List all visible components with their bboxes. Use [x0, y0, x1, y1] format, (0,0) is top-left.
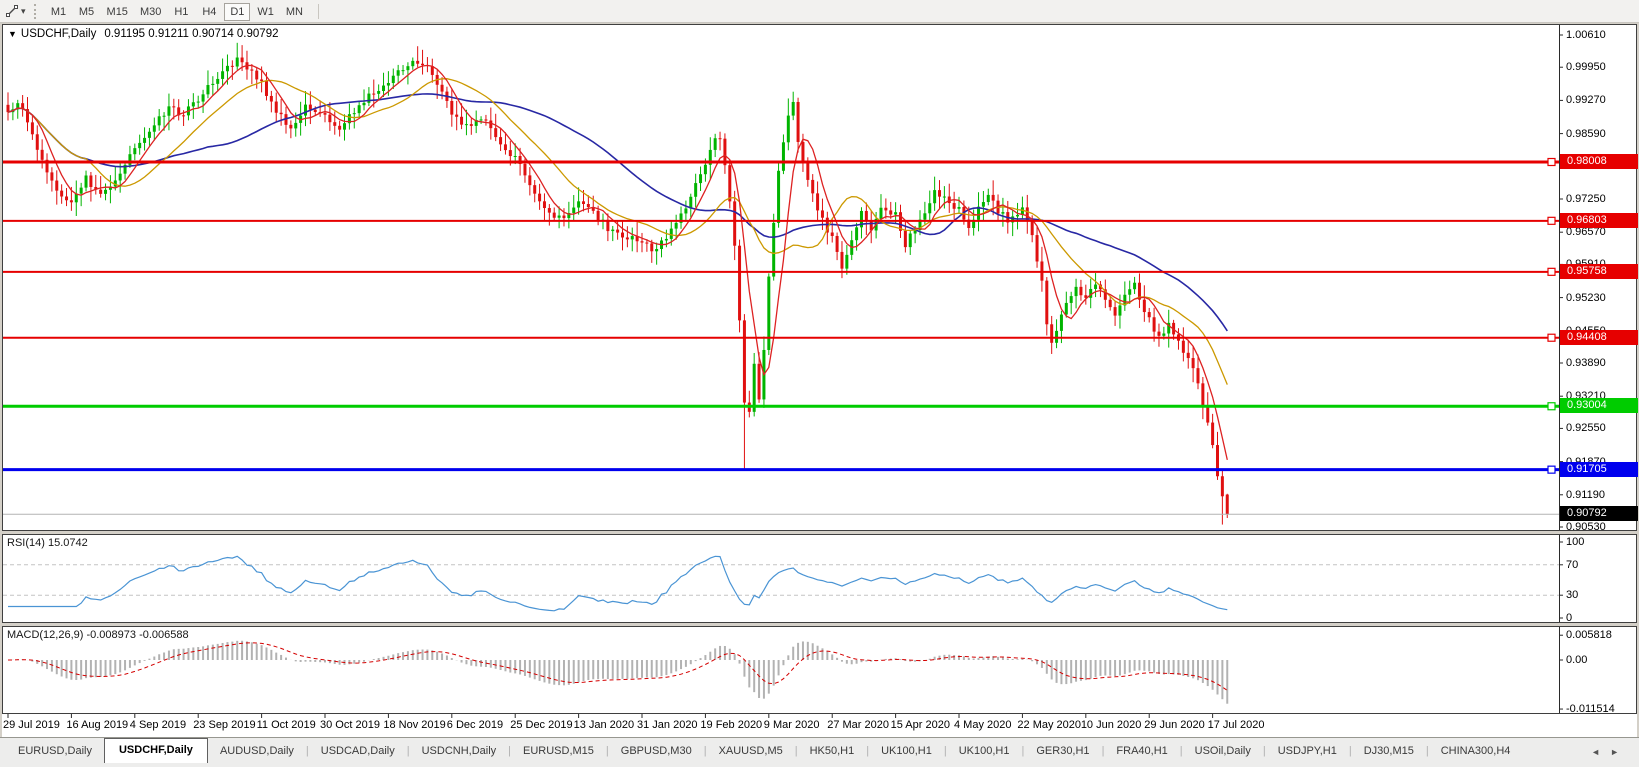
chart-tab-bar: EURUSD,DailyUSDCHF,DailyAUDUSD,Daily|USD…	[0, 737, 1639, 763]
trendline-tool-icon[interactable]	[5, 4, 19, 18]
price-line-badge: 0.93004	[1560, 398, 1638, 413]
chart-tab-china300-h4[interactable]: CHINA300,H4	[1429, 740, 1523, 763]
date-axis-label: 25 Dec 2019	[510, 719, 572, 731]
date-axis-label: 17 Jul 2020	[1208, 719, 1265, 731]
date-axis-label: 19 Feb 2020	[700, 719, 762, 731]
chart-tab-uk100-h1[interactable]: UK100,H1	[869, 740, 944, 763]
rsi-axis-tick: 100	[1566, 535, 1584, 549]
chart-tabs: EURUSD,DailyUSDCHF,DailyAUDUSD,Daily|USD…	[6, 738, 1522, 763]
chart-tab-hk50-h1[interactable]: HK50,H1	[798, 740, 867, 763]
tab-scroll-right-icon[interactable]: ►	[1610, 747, 1629, 757]
timeframe-button-mn[interactable]: MN	[281, 3, 308, 21]
date-axis-label: 16 Aug 2019	[66, 719, 128, 731]
date-axis-label: 13 Jan 2020	[574, 719, 635, 731]
macd-axis-tick: 0.00	[1566, 653, 1587, 667]
macd-axis-tick: 0.005818	[1566, 628, 1612, 642]
current-price-badge: 0.90792	[1560, 506, 1638, 521]
macd-axis-tick: -0.011514	[1566, 702, 1615, 716]
timeframe-button-d1[interactable]: D1	[224, 3, 250, 21]
rsi-axis-tick: 70	[1566, 558, 1578, 572]
timeframe-button-w1[interactable]: W1	[252, 3, 279, 21]
timeframe-button-h4[interactable]: H4	[196, 3, 222, 21]
timeframe-button-m5[interactable]: M5	[74, 3, 100, 21]
price-axis-tick: 0.92550	[1566, 421, 1606, 435]
price-axis-tick: 0.97250	[1566, 192, 1606, 206]
date-axis-label: 29 Jun 2020	[1144, 719, 1205, 731]
toolbar-grip[interactable]	[34, 4, 38, 19]
chart-tab-usdchf-daily[interactable]: USDCHF,Daily	[104, 738, 208, 763]
date-axis-label: 31 Jan 2020	[637, 719, 698, 731]
price-line-badge: 0.91705	[1560, 462, 1638, 477]
tab-scroll-arrows: ◄►	[1591, 747, 1629, 757]
chart-ohlc-values: 0.91195 0.91211 0.90714 0.90792	[104, 28, 278, 40]
collapse-caret-icon[interactable]: ▼	[8, 29, 17, 39]
rsi-panel[interactable]	[2, 534, 1637, 623]
timeframe-button-h1[interactable]: H1	[168, 3, 194, 21]
price-line-badge: 0.95758	[1560, 264, 1638, 279]
rsi-indicator-label: RSI(14) 15.0742	[7, 537, 88, 549]
main-chart-panel[interactable]	[2, 24, 1637, 531]
price-line-badge: 0.98008	[1560, 154, 1638, 169]
chart-title: ▼ USDCHF,Daily 0.91195 0.91211 0.90714 0.9…	[8, 28, 279, 40]
date-axis-label: 27 Mar 2020	[827, 719, 889, 731]
date-axis-label: 30 Oct 2019	[320, 719, 380, 731]
chart-tab-eurusd-daily[interactable]: EURUSD,Daily	[6, 740, 104, 763]
date-axis-label: 11 Oct 2019	[257, 719, 316, 731]
chart-tab-usdcnh-daily[interactable]: USDCNH,Daily	[410, 740, 509, 763]
rsi-axis-tick: 0	[1566, 611, 1572, 625]
tab-scroll-left-icon[interactable]: ◄	[1591, 747, 1610, 757]
price-line-badge: 0.96803	[1560, 213, 1638, 228]
timeframe-button-m1[interactable]: M1	[46, 3, 72, 21]
date-axis-label: 29 Jul 2019	[3, 719, 60, 731]
chart-tab-usdjpy-h1[interactable]: USDJPY,H1	[1266, 740, 1349, 763]
price-axis-tick: 0.91190	[1566, 488, 1605, 502]
timeframe-buttons: M1M5M15M30H1H4D1W1MN	[45, 2, 309, 21]
chart-symbol-period: USDCHF,Daily	[21, 28, 96, 40]
status-strip	[0, 763, 1639, 767]
date-axis-label: 4 May 2020	[954, 719, 1011, 731]
macd-panel[interactable]	[2, 626, 1637, 714]
macd-indicator-label: MACD(12,26,9) -0.008973 -0.006588	[7, 629, 189, 641]
date-axis-label: 4 Sep 2019	[130, 719, 186, 731]
price-axis-tick: 0.95230	[1566, 291, 1606, 305]
chart-tab-eurusd-m15[interactable]: EURUSD,M15	[511, 740, 606, 763]
price-axis-tick: 0.90530	[1566, 520, 1606, 534]
price-axis-tick: 1.00610	[1566, 28, 1606, 42]
date-axis-label: 9 Mar 2020	[764, 719, 820, 731]
chart-tab-audusd-daily[interactable]: AUDUSD,Daily	[208, 740, 306, 763]
chart-tab-usdcad-daily[interactable]: USDCAD,Daily	[309, 740, 407, 763]
chart-tab-dj30-m15[interactable]: DJ30,M15	[1352, 740, 1426, 763]
chart-tab-fra40-h1[interactable]: FRA40,H1	[1104, 740, 1179, 763]
date-axis-label: 22 May 2020	[1017, 719, 1081, 731]
chart-tab-ger30-h1[interactable]: GER30,H1	[1024, 740, 1101, 763]
chart-tab-usoil-daily[interactable]: USOil,Daily	[1183, 740, 1263, 763]
chart-tab-xauusd-m5[interactable]: XAUUSD,M5	[707, 740, 795, 763]
price-axis-tick: 0.93890	[1566, 356, 1606, 370]
price-axis-tick: 0.99270	[1566, 93, 1606, 107]
price-axis-tick: 0.98590	[1566, 127, 1606, 141]
date-axis-label: 23 Sep 2019	[193, 719, 255, 731]
date-axis-label: 15 Apr 2020	[891, 719, 950, 731]
rsi-axis-tick: 30	[1566, 588, 1578, 602]
price-line-badge: 0.94408	[1560, 330, 1638, 345]
chart-tab-uk100-h1[interactable]: UK100,H1	[947, 740, 1022, 763]
date-axis-label: 6 Dec 2019	[447, 719, 503, 731]
chart-tab-gbpusd-m30[interactable]: GBPUSD,M30	[609, 740, 704, 763]
date-axis-label: 18 Nov 2019	[383, 719, 445, 731]
dropdown-caret-icon[interactable]: ▾	[21, 6, 26, 17]
timeframe-button-m30[interactable]: M30	[135, 3, 166, 21]
toolbar-separator	[318, 4, 319, 19]
price-axis-tick: 0.99950	[1566, 60, 1606, 74]
timeframe-button-m15[interactable]: M15	[102, 3, 133, 21]
date-axis-label: 10 Jun 2020	[1081, 719, 1142, 731]
timeframe-toolbar: ▾ M1M5M15M30H1H4D1W1MN	[0, 0, 1639, 23]
